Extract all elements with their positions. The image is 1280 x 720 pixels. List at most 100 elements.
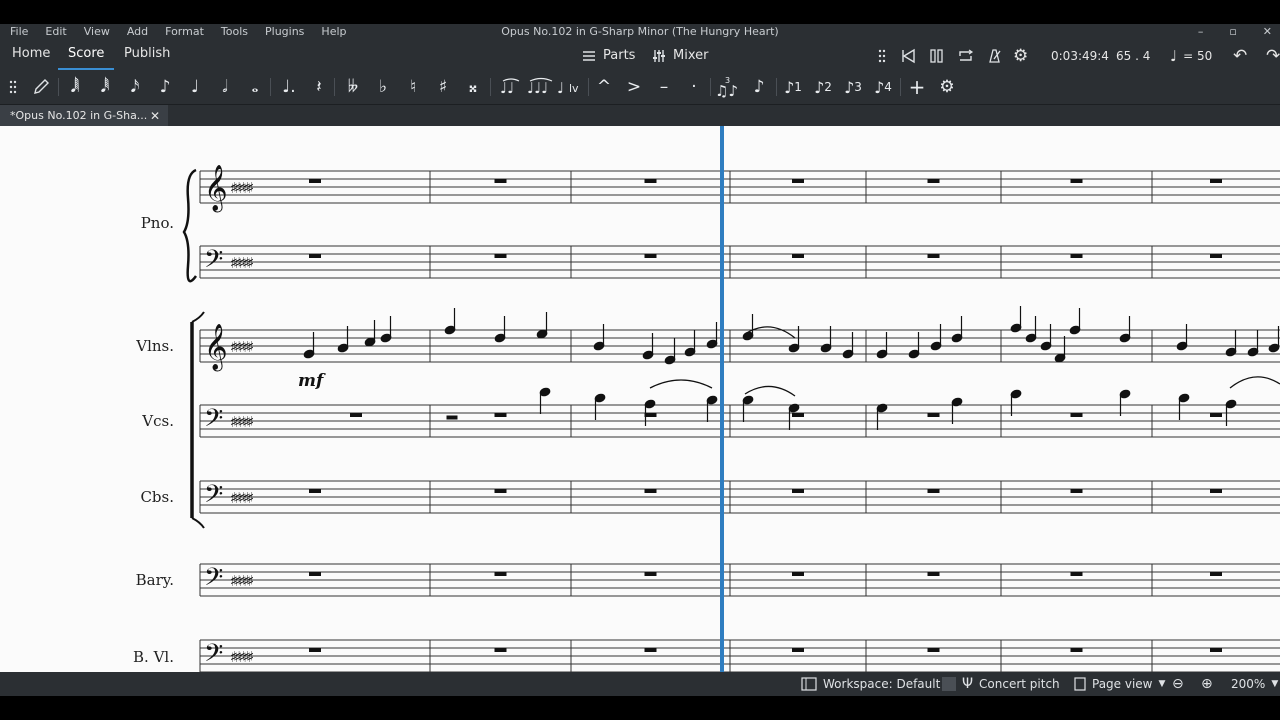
workspace-label: Workspace: Default <box>823 677 941 691</box>
staccato-icon[interactable]: · <box>681 70 707 104</box>
redo-icon[interactable]: ↷ <box>1266 42 1280 70</box>
toolbar-separator <box>334 78 335 96</box>
whole-rest <box>644 489 657 493</box>
tie-icon[interactable]: ♩♩ <box>496 70 526 104</box>
key-signature: ♯♯♯♯♯ <box>230 413 253 431</box>
tuplet-icon[interactable]: ♩ lv <box>556 70 586 104</box>
parts-icon <box>583 51 595 61</box>
toolbar-separator <box>588 78 589 96</box>
chevron-down-icon: ▼ <box>1158 679 1166 689</box>
mixer-icon <box>653 50 665 62</box>
parts-button[interactable]: Parts <box>581 42 635 70</box>
double-flat-icon[interactable]: 𝄫 <box>340 70 366 104</box>
playback-time: 0:03:49:4 <box>1051 49 1109 63</box>
voice-4-icon[interactable]: ♪ 4 <box>870 70 896 104</box>
playback-settings-icon[interactable]: ⚙ <box>1013 42 1028 70</box>
close-window-icon[interactable]: ✕ <box>1263 24 1272 40</box>
tab-score[interactable]: Score <box>58 42 115 70</box>
whole-rest <box>1070 254 1083 258</box>
add-icon[interactable]: + <box>904 70 930 104</box>
dot-icon[interactable]: ♩. <box>276 70 302 104</box>
pencil-icon[interactable] <box>28 70 54 104</box>
document-tab-label: *Opus No.102 in G-Sha... <box>10 109 148 122</box>
half-note-icon[interactable]: 𝅗𝅥 <box>212 70 238 104</box>
whole-note-icon[interactable]: 𝅝 <box>242 70 268 104</box>
tuning-fork-icon: Ψ <box>962 676 974 692</box>
double-sharp-icon[interactable]: 𝄪 <box>460 70 486 104</box>
whole-rest <box>1210 572 1222 576</box>
whole-rest <box>350 413 362 417</box>
loop-icon[interactable] <box>957 42 975 70</box>
slur-icon[interactable]: ♩♩♩ <box>526 70 556 104</box>
rewind-icon[interactable] <box>900 42 918 70</box>
tempo-value: = 50 <box>1183 49 1213 63</box>
thirty-second-note-icon[interactable]: 𝅘𝅥𝅱 <box>92 70 118 104</box>
tenuto-icon[interactable]: – <box>651 70 677 104</box>
metronome-icon[interactable] <box>985 42 1003 70</box>
whole-rest <box>494 489 507 493</box>
treble-clef: 𝄞 <box>204 165 228 213</box>
voice-1-icon[interactable]: ♪ 1 <box>780 70 806 104</box>
parts-label: Parts <box>603 48 636 63</box>
close-tab-icon[interactable]: ✕ <box>150 105 160 127</box>
whole-rest <box>927 179 940 183</box>
whole-rest <box>792 572 804 576</box>
zoom-out-icon[interactable]: ⊖ <box>1172 672 1184 696</box>
whole-rest <box>644 648 657 652</box>
bass-clef: 𝄢 <box>204 639 223 672</box>
workspace-selector[interactable]: Workspace: Default <box>801 672 940 696</box>
status-bar: Workspace: Default Ψ Concert pitch Page … <box>0 672 1280 696</box>
minimize-icon[interactable]: – <box>1198 24 1204 40</box>
natural-icon[interactable]: ♮ <box>400 70 426 104</box>
toolbar-separator <box>776 78 777 96</box>
voice-2-icon[interactable]: ♪ 2 <box>810 70 836 104</box>
voice-3-icon[interactable]: ♪ 3 <box>840 70 866 104</box>
whole-rest <box>494 254 507 258</box>
maximize-icon[interactable]: ▫ <box>1229 24 1236 40</box>
playback-grip-icon[interactable] <box>877 42 887 70</box>
bracket-bottom-hook <box>191 517 205 529</box>
whole-rest <box>1070 179 1083 183</box>
tab-publish[interactable]: Publish <box>114 42 180 70</box>
tab-home[interactable]: Home <box>2 42 60 70</box>
quarter-note-icon[interactable]: ♩ <box>182 70 208 104</box>
grace-note-icon[interactable]: ♪ <box>746 70 772 104</box>
whole-rest <box>644 254 657 258</box>
eighth-note-icon[interactable]: ♪ <box>152 70 178 104</box>
page-view-label: Page view <box>1092 677 1153 691</box>
page-view-selector[interactable]: Page view ▼ <box>1074 672 1165 696</box>
sixteenth-note-icon[interactable]: 𝅘𝅥𝅯 <box>122 70 148 104</box>
bass-clef: 𝄢 <box>204 404 223 439</box>
bottom-letterbox <box>0 696 1280 720</box>
score-canvas[interactable]: Pno. Vlns. Vcs. Cbs. Bary. B. Vl. 𝄞 ♯♯♯♯♯… <box>0 126 1280 672</box>
undo-icon[interactable]: ↶ <box>1233 42 1247 70</box>
tempo-display[interactable]: ♩ = 50 <box>1170 42 1212 70</box>
play-pause-icon[interactable] <box>929 42 945 70</box>
whole-rest <box>309 489 321 493</box>
mixer-label: Mixer <box>673 48 709 63</box>
sharp-icon[interactable]: ♯ <box>430 70 456 104</box>
settings-icon[interactable]: ⚙ <box>934 70 960 104</box>
rest-icon[interactable]: 𝄽 <box>306 70 332 104</box>
accent-icon[interactable]: > <box>621 70 647 104</box>
zoom-in-icon[interactable]: ⊕ <box>1201 672 1213 696</box>
whole-rest <box>927 413 940 417</box>
triplet-icon[interactable]: 3 ♫♪ <box>714 70 744 104</box>
nav-bar: Home Score Publish Parts Mixer ⚙ 0:03:49… <box>0 42 1280 70</box>
concert-pitch-toggle[interactable]: Ψ Concert pitch <box>942 672 1060 696</box>
slur <box>649 379 713 389</box>
mixer-button[interactable]: Mixer <box>651 42 708 70</box>
whole-rest <box>1210 254 1222 258</box>
concert-pitch-checkbox[interactable] <box>942 677 956 691</box>
flat-icon[interactable]: ♭ <box>370 70 396 104</box>
marcato-icon[interactable]: ^ <box>591 70 617 104</box>
dynamic-marking: mf <box>298 371 326 391</box>
sixty-fourth-note-icon[interactable]: 𝅘𝅥𝅲 <box>62 70 88 104</box>
bass-clef: 𝄢 <box>204 245 223 280</box>
document-tab[interactable]: *Opus No.102 in G-Sha... ✕ <box>0 105 168 127</box>
grip-icon[interactable] <box>0 70 26 104</box>
zoom-level[interactable]: 200% ▼ <box>1231 672 1278 696</box>
whole-rest <box>309 572 321 576</box>
whole-rest <box>309 179 321 183</box>
svg-text:♫♪: ♫♪ <box>715 82 738 98</box>
